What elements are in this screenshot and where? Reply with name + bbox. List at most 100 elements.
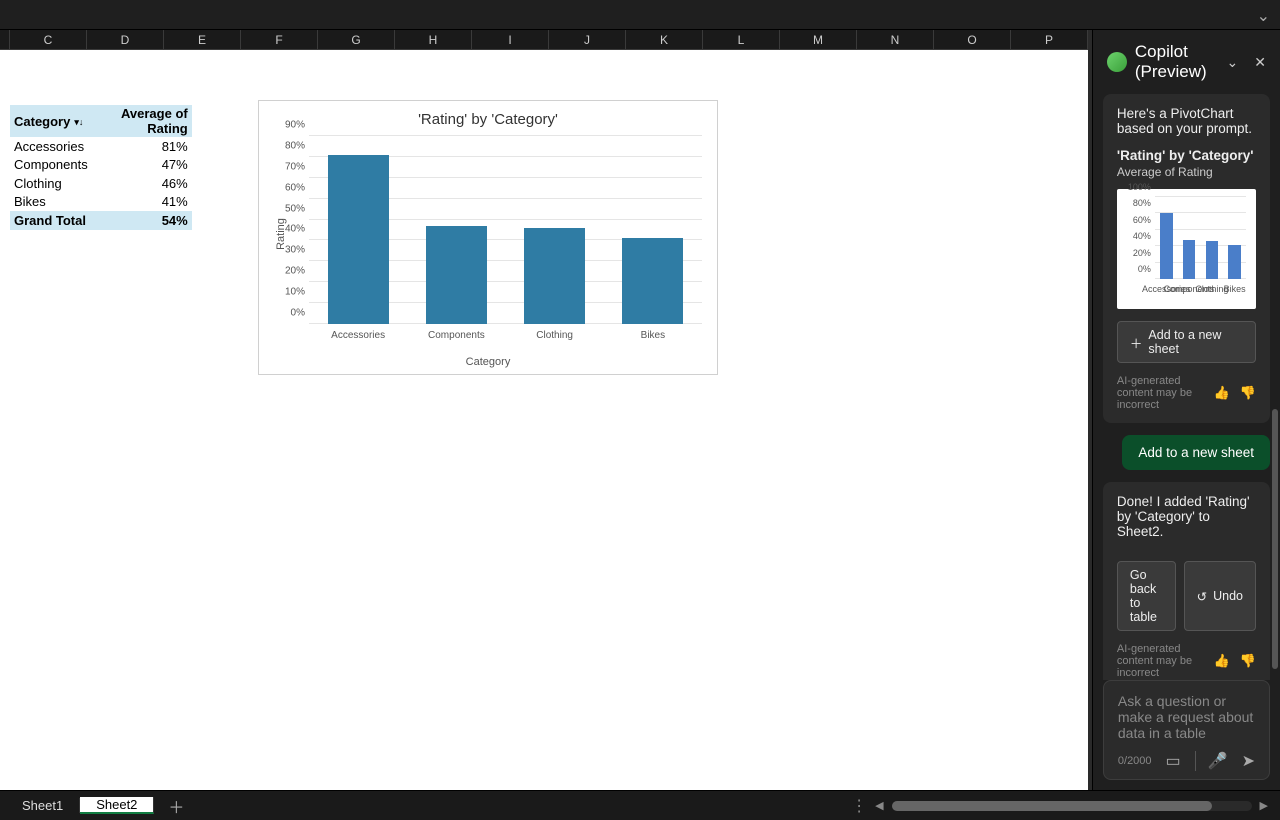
grid-body[interactable]: Category▾↓ Average of Rating Accessories… xyxy=(0,50,1088,790)
column-header[interactable]: H xyxy=(395,30,472,49)
mini-chart-y-tick: 60% xyxy=(1133,215,1151,225)
table-row[interactable]: Clothing46% xyxy=(10,174,192,193)
column-header[interactable]: L xyxy=(703,30,780,49)
chart-x-tick: Bikes xyxy=(641,330,665,341)
plus-icon: ＋ xyxy=(1130,333,1143,352)
horizontal-scrollbar[interactable] xyxy=(892,801,1252,811)
column-header[interactable]: C xyxy=(10,30,87,49)
table-row[interactable]: Components47% xyxy=(10,156,192,175)
pivot-row-value: 46% xyxy=(92,174,192,193)
mini-chart-plot: 0%20%40%60%80%100%AccessoriesComponentsC… xyxy=(1155,197,1246,279)
chart-y-tick: 0% xyxy=(291,308,305,319)
chart-bar xyxy=(622,238,683,324)
thumbs-down-icon[interactable]: 👎 xyxy=(1240,385,1256,401)
spreadsheet-area: CDEFGHIJKLMNOP Category▾↓ Average of Rat… xyxy=(0,30,1088,790)
undo-icon: ↺ xyxy=(1197,589,1207,604)
table-row[interactable]: Accessories81% xyxy=(10,137,192,156)
vertical-scrollbar[interactable] xyxy=(1088,30,1092,790)
mini-chart-bar xyxy=(1183,240,1196,279)
mini-chart-y-tick: 100% xyxy=(1128,182,1151,192)
copilot-header: Copilot (Preview) ⌄ ✕ xyxy=(1093,30,1280,94)
copilot-message-card: Done! I added 'Rating' by 'Category' to … xyxy=(1103,482,1270,680)
mic-icon[interactable]: 🎤 xyxy=(1195,751,1228,771)
chart-y-tick: 90% xyxy=(285,120,305,131)
sheet-tab-sheet1[interactable]: Sheet1 xyxy=(6,798,80,813)
mini-chart-bar xyxy=(1228,245,1241,279)
pivot-grand-total-value: 54% xyxy=(92,211,192,230)
copilot-card-subtitle: Average of Rating xyxy=(1117,165,1256,179)
copilot-input[interactable]: Ask a question or make a request about d… xyxy=(1118,693,1255,741)
thumbs-up-icon[interactable]: 👍 xyxy=(1214,653,1230,669)
ribbon-expand-icon[interactable]: ⌄ xyxy=(1257,6,1270,26)
copilot-message-text: Here's a PivotChart based on your prompt… xyxy=(1117,106,1256,136)
chart-title: 'Rating' by 'Category' xyxy=(259,111,717,128)
copilot-body: Here's a PivotChart based on your prompt… xyxy=(1093,94,1280,680)
column-header[interactable]: M xyxy=(780,30,857,49)
sheet-tab-sheet2[interactable]: Sheet2 xyxy=(80,797,154,814)
pivot-header-category[interactable]: Category▾↓ xyxy=(10,105,92,137)
sheet-tabs-bar: Sheet1 Sheet2 ＋ ⋮ ◀ ▶ xyxy=(0,790,1280,820)
horizontal-scrollbar-thumb[interactable] xyxy=(892,801,1212,811)
mini-chart-y-tick: 40% xyxy=(1133,231,1151,241)
scroll-right-icon[interactable]: ▶ xyxy=(1260,799,1268,812)
column-header[interactable]: O xyxy=(934,30,1011,49)
sheet-tabs-menu-icon[interactable]: ⋮ xyxy=(851,796,867,816)
chevron-down-icon[interactable]: ⌄ xyxy=(1227,54,1239,71)
chart-x-tick: Clothing xyxy=(536,330,573,341)
pivot-grand-total-label: Grand Total xyxy=(10,211,92,230)
copilot-title: Copilot (Preview) xyxy=(1135,42,1211,82)
column-header[interactable]: D xyxy=(87,30,164,49)
chart-y-tick: 60% xyxy=(285,182,305,193)
column-header[interactable]: P xyxy=(1011,30,1088,49)
chart-plot-area: 0%10%20%30%40%50%60%70%80%90%Accessories… xyxy=(309,136,702,324)
ai-disclaimer: AI-generated content may be incorrect xyxy=(1117,643,1214,679)
filter-dropdown-icon[interactable]: ▾↓ xyxy=(74,117,83,128)
pivot-chart[interactable]: 'Rating' by 'Category' Rating Category 0… xyxy=(258,100,718,375)
pivot-row-label: Bikes xyxy=(10,193,92,212)
go-back-to-table-button[interactable]: Go back to table xyxy=(1117,561,1176,631)
column-headers: CDEFGHIJKLMNOP xyxy=(0,30,1088,50)
add-to-new-sheet-button[interactable]: ＋ Add to a new sheet xyxy=(1117,321,1256,363)
table-row[interactable]: Bikes41% xyxy=(10,193,192,212)
chart-y-tick: 40% xyxy=(285,224,305,235)
chart-x-tick: Components xyxy=(428,330,485,341)
mini-chart-bar xyxy=(1206,241,1219,279)
copilot-scrollbar-thumb[interactable] xyxy=(1272,409,1278,669)
copilot-panel: Copilot (Preview) ⌄ ✕ Here's a PivotChar… xyxy=(1092,30,1280,790)
column-header[interactable]: F xyxy=(241,30,318,49)
column-header[interactable]: N xyxy=(857,30,934,49)
pivot-header-value[interactable]: Average of Rating xyxy=(92,105,192,137)
column-header[interactable]: I xyxy=(472,30,549,49)
pivot-row-value: 47% xyxy=(92,156,192,175)
copilot-card-title: 'Rating' by 'Category' xyxy=(1117,148,1256,163)
pivot-row-value: 41% xyxy=(92,193,192,212)
chart-y-tick: 80% xyxy=(285,140,305,151)
pivot-row-value: 81% xyxy=(92,137,192,156)
send-icon[interactable]: ➤ xyxy=(1242,751,1255,771)
undo-button[interactable]: ↺ Undo xyxy=(1184,561,1256,631)
column-header[interactable]: G xyxy=(318,30,395,49)
thumbs-up-icon[interactable]: 👍 xyxy=(1214,385,1230,401)
mini-chart-x-tick: Bikes xyxy=(1224,284,1246,294)
column-header[interactable]: E xyxy=(164,30,241,49)
copilot-prompt-box[interactable]: Ask a question or make a request about d… xyxy=(1103,680,1270,780)
column-header[interactable]: J xyxy=(549,30,626,49)
mini-chart-y-tick: 0% xyxy=(1138,264,1151,274)
chart-y-tick: 30% xyxy=(285,245,305,256)
close-icon[interactable]: ✕ xyxy=(1254,54,1266,71)
pivot-row-label: Accessories xyxy=(10,137,92,156)
book-icon[interactable]: ▭ xyxy=(1166,751,1181,771)
copilot-mini-chart: 0%20%40%60%80%100%AccessoriesComponentsC… xyxy=(1117,189,1256,309)
pivot-table[interactable]: Category▾↓ Average of Rating Accessories… xyxy=(10,105,192,230)
copilot-logo-icon xyxy=(1107,52,1127,72)
thumbs-down-icon[interactable]: 👎 xyxy=(1240,653,1256,669)
chart-y-tick: 50% xyxy=(285,203,305,214)
chart-x-axis-label: Category xyxy=(466,356,511,368)
user-message: Add to a new sheet xyxy=(1122,435,1270,470)
chart-bar xyxy=(524,228,585,324)
scroll-left-icon[interactable]: ◀ xyxy=(875,799,883,812)
copilot-message-card: Here's a PivotChart based on your prompt… xyxy=(1103,94,1270,423)
add-sheet-button[interactable]: ＋ xyxy=(154,794,198,818)
chart-y-tick: 20% xyxy=(285,266,305,277)
column-header[interactable]: K xyxy=(626,30,703,49)
